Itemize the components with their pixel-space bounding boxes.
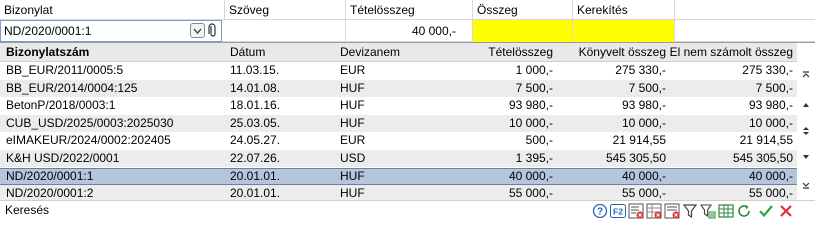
attachment-button[interactable] [207, 23, 219, 39]
cell-datum: 25.03.05. [230, 115, 281, 130]
scroll-down-icon[interactable] [801, 152, 811, 162]
help-icon[interactable]: ? [592, 203, 608, 219]
cell-datum: 24.05.27. [230, 133, 281, 148]
cell-bizonylatszam: ND/2020/0001:1 [6, 168, 94, 183]
cell-tetelosszeg: 40 000,- [508, 168, 553, 183]
cell-el-nem-szamolt: 40 000,- [748, 168, 793, 183]
ok-check-icon[interactable] [758, 203, 774, 219]
popup-header-bizonylatszam[interactable]: Bizonylatszám [6, 43, 89, 62]
cell-konyvelt: 40 000,- [621, 168, 666, 183]
scroll-top-icon[interactable] [801, 70, 811, 80]
cell-datum: 18.01.16. [230, 98, 281, 113]
vertical-scrollbar[interactable] [797, 62, 815, 203]
cancel-filter-icon[interactable] [628, 203, 644, 219]
column-header-osszeg[interactable]: Összeg [473, 0, 573, 20]
cell-tetelosszeg: 7 500,- [515, 80, 553, 95]
cell-konyvelt: 7 500,- [628, 80, 666, 95]
column-header-szoveg[interactable]: Szöveg [225, 0, 346, 20]
filter-icon[interactable] [682, 203, 698, 219]
column-header-bizonylat[interactable]: Bizonylat [0, 0, 225, 20]
szoveg-cell[interactable] [225, 20, 346, 42]
cell-konyvelt: 10 000,- [621, 115, 666, 130]
table-row[interactable]: eIMAKEUR/2024/0002:202405 24.05.27. EUR 500… [0, 132, 797, 149]
table-row[interactable]: BB_EUR/2011/0005:5 11.03.15. EUR 1 000,- 275… [0, 62, 797, 79]
popup-rows: BB_EUR/2011/0005:5 11.03.15. EUR 1 000,- 275… [0, 62, 797, 203]
bizonylat-value[interactable]: ND/2020/0001:1 [4, 21, 91, 41]
popup-header-datum[interactable]: Dátum [230, 43, 265, 62]
lookup-dropdown-popup: Bizonylatszám Dátum Devizanem Tételössze… [0, 42, 815, 220]
cell-devizanem: USD [340, 151, 366, 165]
cell-tetelosszeg: 93 980,- [508, 98, 553, 113]
cell-konyvelt: 93 980,- [621, 98, 666, 113]
tetelosszeg-cell[interactable]: 40 000,- [346, 20, 473, 42]
refresh-icon[interactable] [736, 203, 752, 219]
scroll-bottom-icon[interactable] [801, 180, 811, 190]
cell-devizanem: HUF [340, 98, 365, 113]
cell-devizanem: HUF [340, 80, 365, 95]
cell-bizonylatszam: BetonP/2018/0003:1 [6, 98, 116, 113]
cell-devizanem: HUF [340, 168, 365, 183]
filter-settings-icon[interactable] [700, 203, 716, 219]
kerekites-cell[interactable] [573, 20, 675, 42]
cell-bizonylatszam: BB_EUR/2011/0005:5 [6, 63, 124, 77]
table-view-icon[interactable] [718, 203, 734, 219]
search-label[interactable]: Keresés [5, 201, 49, 220]
cell-datum: 11.03.15. [230, 63, 280, 77]
bizonylat-combo-editor[interactable]: ND/2020/0001:1 [0, 20, 222, 42]
column-header-tetelosszeg[interactable]: Tételösszeg [346, 0, 473, 20]
cell-bizonylatszam: K&H USD/2022/0001 [6, 151, 120, 165]
cell-tetelosszeg: 500,- [525, 133, 553, 148]
f2-icon[interactable]: F2 [610, 203, 626, 219]
cell-devizanem: HUF [340, 115, 365, 130]
grid-header: Bizonylat Szöveg Tételösszeg Összeg Kere… [0, 0, 815, 20]
cell-el-nem-szamolt: 275 330,- [742, 63, 793, 77]
cell-konyvelt: 21 914,55 [612, 133, 666, 148]
grid-edit-row: ND/2020/0001:1 40 000,- [0, 20, 815, 42]
dropdown-button[interactable] [190, 23, 205, 38]
table-row[interactable]: BB_EUR/2014/0004:125 14.01.08. HUF 7 500,- 7… [0, 79, 797, 97]
close-x-icon[interactable] [778, 203, 794, 219]
chevron-down-icon [193, 28, 202, 34]
cell-datum: 14.01.08. [230, 80, 281, 95]
popup-column-headers: Bizonylatszám Dátum Devizanem Tételössze… [0, 43, 797, 62]
popup-header-konyvelt[interactable]: Könyvelt összeg [553, 43, 666, 62]
cell-el-nem-szamolt: 7 500,- [755, 80, 793, 95]
cell-konyvelt: 275 330,- [615, 63, 666, 77]
cell-bizonylatszam: BB_EUR/2014/0004:125 [6, 80, 138, 95]
clear-filter-icon[interactable] [664, 203, 680, 219]
cell-bizonylatszam: eIMAKEUR/2024/0002:202405 [6, 133, 171, 148]
svg-text:?: ? [597, 207, 603, 218]
cell-el-nem-szamolt: 21 914,55 [739, 133, 793, 148]
cell-datum: 20.01.01. [230, 168, 281, 183]
cell-el-nem-szamolt: 10 000,- [748, 115, 793, 130]
cell-el-nem-szamolt: 545 305,50 [732, 151, 793, 165]
osszeg-cell[interactable] [473, 20, 573, 42]
excel-filter-icon[interactable] [646, 203, 662, 219]
cell-devizanem: EUR [340, 63, 366, 77]
column-header-kerekites[interactable]: Kerekítés [573, 0, 675, 20]
popup-footer-toolbar: Keresés ? F2 [0, 200, 815, 220]
cell-tetelosszeg: 1 395,- [515, 151, 553, 165]
cell-tetelosszeg: 10 000,- [508, 115, 553, 130]
cell-devizanem: EUR [340, 133, 366, 148]
cell-konyvelt: 545 305,50 [605, 151, 666, 165]
popup-header-tetelosszeg[interactable]: Tételösszeg [460, 43, 553, 62]
svg-text:F2: F2 [613, 207, 623, 217]
popup-header-el-nem-szamolt[interactable]: El nem számolt összeg [666, 43, 793, 62]
cell-bizonylatszam: CUB_USD/2025/0003:2025030 [6, 115, 174, 130]
popup-header-devizanem[interactable]: Devizanem [340, 43, 400, 62]
scroll-page-icon[interactable] [801, 126, 811, 136]
table-row[interactable]: CUB_USD/2025/0003:2025030 25.03.05. HUF 10 … [0, 114, 797, 132]
table-row[interactable]: ND/2020/0001:1 20.01.01. HUF 40 000,- 40 000… [0, 167, 797, 185]
paperclip-icon [208, 23, 216, 37]
table-row[interactable]: K&H USD/2022/0001 22.07.26. USD 1 395,- 545 … [0, 150, 797, 167]
cell-datum: 22.07.26. [230, 151, 281, 165]
table-row[interactable]: BetonP/2018/0003:1 18.01.16. HUF 93 980,- 93… [0, 97, 797, 114]
cell-tetelosszeg: 1 000,- [515, 63, 553, 77]
scroll-up-icon[interactable] [801, 100, 811, 110]
cell-el-nem-szamolt: 93 980,- [748, 98, 793, 113]
